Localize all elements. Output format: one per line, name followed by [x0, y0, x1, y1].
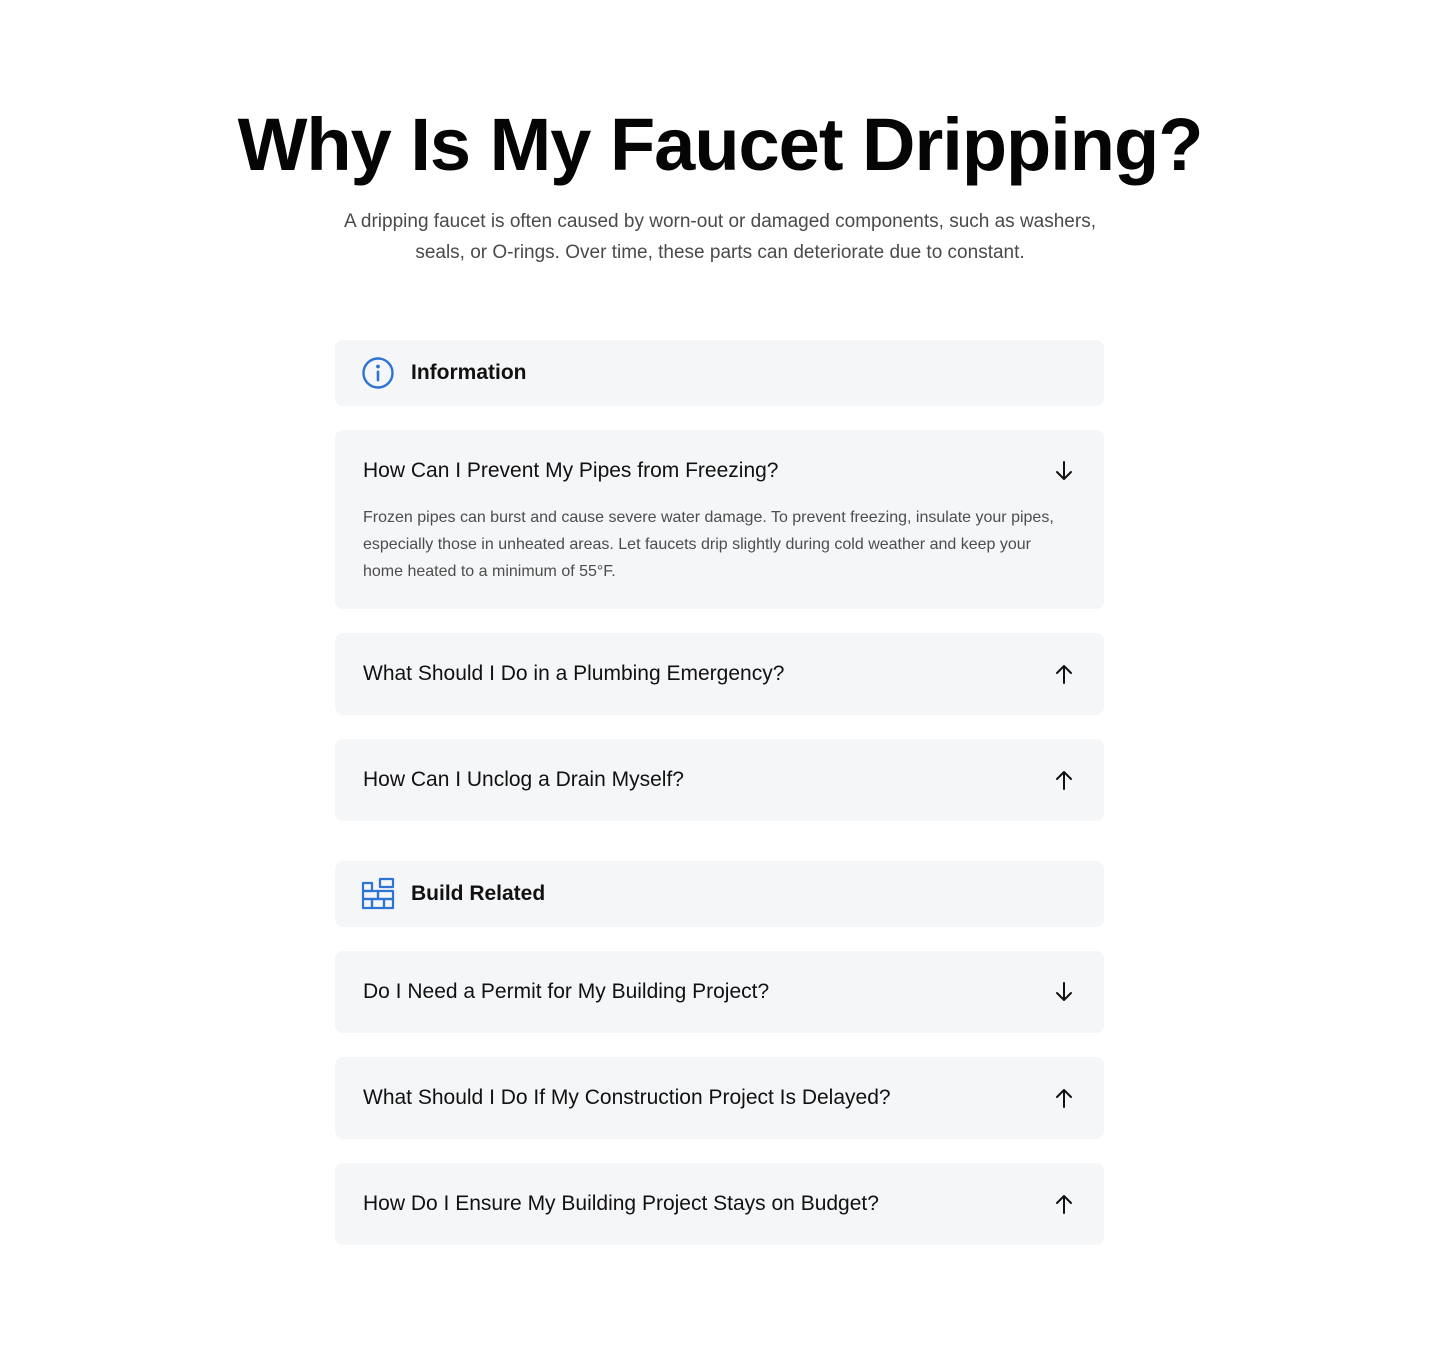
faq-item-stay-on-budget: How Do I Ensure My Building Project Stay…: [335, 1163, 1104, 1245]
arrow-up-icon[interactable]: [1052, 768, 1076, 792]
arrow-up-icon[interactable]: [1052, 662, 1076, 686]
faq-question-toggle[interactable]: What Should I Do If My Construction Proj…: [363, 1057, 1076, 1139]
category-build-related: Build Related: [335, 861, 1104, 927]
faq-item-plumbing-emergency: What Should I Do in a Plumbing Emergency…: [335, 633, 1104, 715]
faq-question: How Can I Unclog a Drain Myself?: [363, 768, 684, 791]
category-label: Build Related: [411, 882, 546, 905]
page-subtitle: A dripping faucet is often caused by wor…: [344, 211, 1096, 263]
faq-question: How Do I Ensure My Building Project Stay…: [363, 1192, 879, 1215]
faq-question: Do I Need a Permit for My Building Proje…: [363, 980, 770, 1003]
category-label: Information: [411, 361, 527, 384]
faq-item-unclog-drain: How Can I Unclog a Drain Myself?: [335, 739, 1104, 821]
faq-question: What Should I Do If My Construction Proj…: [363, 1086, 891, 1109]
faq-question-toggle[interactable]: Do I Need a Permit for My Building Proje…: [363, 951, 1076, 1033]
arrow-down-icon[interactable]: [1052, 459, 1076, 483]
faq-question-toggle[interactable]: What Should I Do in a Plumbing Emergency…: [363, 633, 1076, 715]
arrow-up-icon[interactable]: [1052, 1086, 1076, 1110]
brick-wall-icon: [361, 877, 395, 911]
faq-question-toggle[interactable]: How Can I Prevent My Pipes from Freezing…: [363, 430, 1076, 512]
faq-question: What Should I Do in a Plumbing Emergency…: [363, 662, 785, 685]
faq-answer: Frozen pipes can burst and cause severe …: [363, 509, 1054, 580]
faq-page: Why Is My Faucet Dripping? A dripping fa…: [0, 0, 1440, 1347]
faq-item-prevent-freezing: How Can I Prevent My Pipes from Freezing…: [335, 430, 1104, 609]
arrow-up-icon[interactable]: [1052, 1192, 1076, 1216]
category-information: Information: [335, 340, 1104, 406]
faq-question: How Can I Prevent My Pipes from Freezing…: [363, 459, 779, 482]
faq-item-permit: Do I Need a Permit for My Building Proje…: [335, 951, 1104, 1033]
info-icon: [361, 356, 395, 390]
faq-question-toggle[interactable]: How Do I Ensure My Building Project Stay…: [363, 1163, 1076, 1245]
faq-list: Information How Can I Prevent My Pipes f…: [335, 340, 1104, 1245]
faq-item-project-delayed: What Should I Do If My Construction Proj…: [335, 1057, 1104, 1139]
arrow-down-icon[interactable]: [1052, 980, 1076, 1004]
page-title: Why Is My Faucet Dripping?: [237, 103, 1204, 186]
faq-question-toggle[interactable]: How Can I Unclog a Drain Myself?: [363, 739, 1076, 821]
